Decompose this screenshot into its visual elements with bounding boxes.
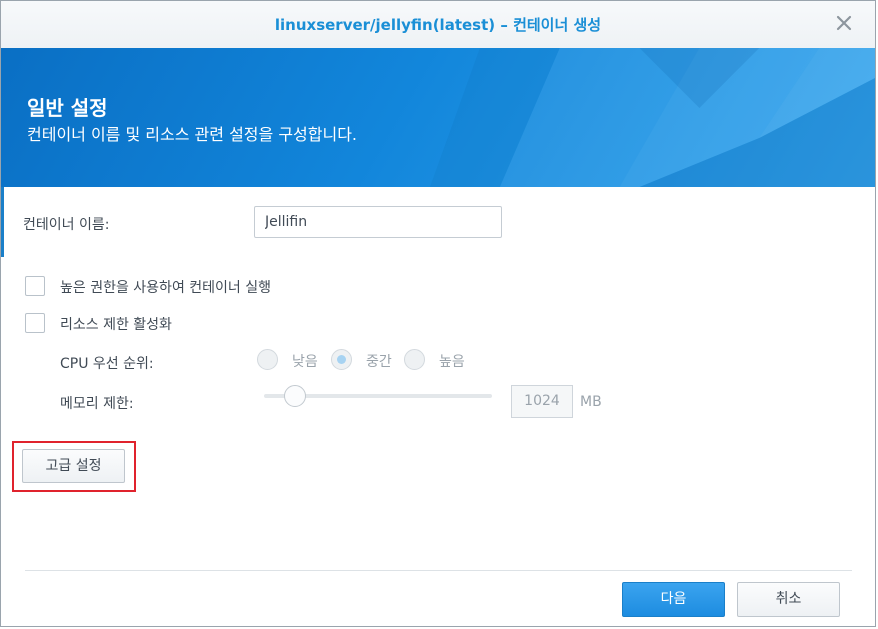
cancel-button[interactable]: 취소 xyxy=(737,582,840,617)
cpu-priority-medium-radio[interactable] xyxy=(331,349,352,370)
container-name-label: 컨테이너 이름: xyxy=(23,217,110,233)
memory-limit-label: 메모리 제한: xyxy=(60,396,134,412)
close-icon[interactable] xyxy=(833,12,855,34)
banner-pattern xyxy=(430,48,875,187)
cpu-priority-high-radio[interactable] xyxy=(404,349,425,370)
memory-slider-thumb[interactable] xyxy=(284,385,306,407)
advanced-settings-button[interactable]: 고급 설정 xyxy=(22,449,125,483)
title-bar: linuxserver/jellyfin(latest) – 컨테이너 생성 xyxy=(1,1,875,49)
next-button[interactable]: 다음 xyxy=(622,582,725,617)
container-name-input[interactable] xyxy=(254,206,502,238)
cpu-priority-label: CPU 우선 순위: xyxy=(60,356,154,372)
banner-subtitle: 컨테이너 이름 및 리소스 관련 설정을 구성합니다. xyxy=(27,125,358,144)
memory-unit-label: MB xyxy=(580,394,602,410)
resource-limit-checkbox[interactable] xyxy=(25,313,45,333)
banner-title: 일반 설정 xyxy=(27,96,108,120)
footer-divider xyxy=(25,570,852,571)
resource-limit-label: 리소스 제한 활성화 xyxy=(60,317,172,333)
privileged-checkbox[interactable] xyxy=(25,276,45,296)
cpu-priority-low-label: 낮음 xyxy=(292,354,318,370)
cpu-priority-medium-label: 중간 xyxy=(366,354,392,370)
cpu-priority-low-radio[interactable] xyxy=(257,349,278,370)
privileged-label: 높은 권한을 사용하여 컨테이너 실행 xyxy=(60,280,271,296)
create-container-dialog: linuxserver/jellyfin(latest) – 컨테이너 생성 일… xyxy=(0,0,876,627)
header-banner: 일반 설정 컨테이너 이름 및 리소스 관련 설정을 구성합니다. xyxy=(1,48,875,187)
window-title: linuxserver/jellyfin(latest) – 컨테이너 생성 xyxy=(274,16,602,34)
cpu-priority-high-label: 높음 xyxy=(439,354,465,370)
memory-limit-input[interactable]: 1024 xyxy=(511,385,573,418)
section-accent-bar xyxy=(1,187,4,257)
